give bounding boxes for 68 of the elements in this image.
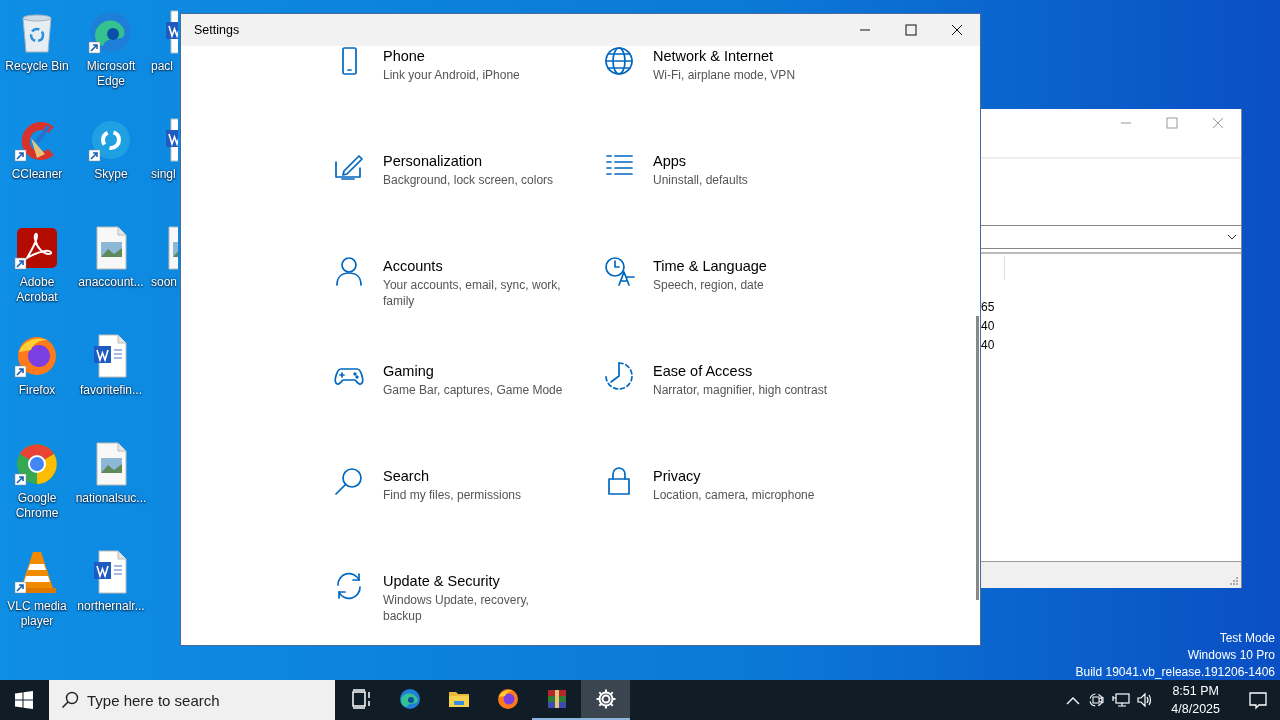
category-description: Find my files, permissions [383, 487, 523, 503]
globe-icon[interactable] [603, 46, 635, 77]
settings-taskbar-button[interactable] [581, 680, 630, 720]
icon-label[interactable]: nationalsuc... [75, 491, 147, 506]
category-description: Game Bar, captures, Game Mode [383, 382, 563, 398]
icon-label[interactable]: Adobe Acrobat [1, 275, 73, 305]
dropdown[interactable] [980, 225, 1241, 249]
resize-grip-icon[interactable] [1230, 577, 1238, 585]
search-icon [61, 691, 79, 709]
windows-logo-icon[interactable] [15, 691, 33, 709]
search-field[interactable]: Type here to search [49, 680, 335, 720]
icon-label[interactable]: soon [148, 275, 178, 290]
category-link[interactable]: Update & Security [383, 572, 573, 590]
category-link[interactable]: Time & Language [653, 257, 843, 275]
category-link[interactable]: Phone [383, 47, 573, 65]
task-view-icon[interactable] [349, 688, 372, 710]
archive-books-icon[interactable] [545, 688, 568, 710]
scrollbar[interactable] [976, 316, 979, 600]
dial-icon[interactable] [603, 360, 635, 392]
category-link[interactable]: Network & Internet [653, 47, 843, 65]
person-icon[interactable] [333, 255, 365, 287]
clock[interactable]: 8:51 PM 4/8/2025 [1171, 682, 1220, 718]
category-description: Your accounts, email, sync, work, family [383, 277, 562, 309]
category-link[interactable]: Search [383, 467, 573, 485]
category-description: Narrator, magnifier, high contrast [653, 382, 829, 398]
category-link[interactable]: Apps [653, 152, 843, 170]
clock-language-icon[interactable] [603, 255, 635, 287]
icon-label[interactable]: pacl [148, 59, 173, 74]
icon-label[interactable]: VLC media player [1, 599, 73, 629]
category-link[interactable]: Accounts [383, 257, 573, 275]
edge-icon[interactable] [398, 688, 421, 710]
category-link[interactable]: Gaming [383, 362, 573, 380]
icon-label[interactable]: Recycle Bin [1, 59, 73, 74]
icon-label[interactable]: Google Chrome [1, 491, 73, 521]
icon-label[interactable]: singl [148, 167, 176, 182]
window-title: Settings [194, 23, 241, 37]
category-description: Background, lock screen, colors [383, 172, 555, 188]
search-icon[interactable] [333, 465, 365, 497]
close-icon[interactable] [951, 24, 963, 36]
system-info-text: Build 19041.vb_release.191206-1406 [1075, 664, 1275, 681]
category-description: Windows Update, recovery, backup [383, 592, 530, 624]
icon-label[interactable]: Firefox [1, 383, 73, 398]
chevron-down-icon [1227, 234, 1237, 240]
list-value: 65 [980, 299, 996, 316]
category-description: Location, camera, microphone [653, 487, 816, 503]
icon-label[interactable]: CCleaner [1, 167, 73, 182]
camera-icon[interactable] [1088, 691, 1107, 709]
category-link[interactable]: Privacy [653, 467, 843, 485]
icon-label[interactable]: Skype [75, 167, 147, 182]
list-value: 40 [980, 337, 996, 354]
category-description: Uninstall, defaults [653, 172, 749, 188]
icon-label[interactable]: anaccount... [75, 275, 147, 290]
system-info-text: Test Mode [1219, 630, 1275, 647]
firefox-icon[interactable] [496, 688, 519, 710]
speech-bubble-icon[interactable] [1248, 690, 1268, 710]
category-description: Link your Android, iPhone [383, 67, 521, 83]
category-link[interactable]: Ease of Access [653, 362, 843, 380]
icon-label[interactable]: favoritefin... [75, 383, 147, 398]
icon-label[interactable]: northernalr... [75, 599, 147, 614]
settings-icon[interactable] [594, 688, 617, 710]
maximize-icon[interactable] [905, 24, 917, 36]
network-icon[interactable] [1112, 691, 1131, 709]
category-link[interactable]: Personalization [383, 152, 573, 170]
list-value: 40 [980, 318, 996, 335]
category-description: Wi-Fi, airplane mode, VPN [653, 67, 797, 83]
category-description: Speech, region, date [653, 277, 765, 293]
system-info-text: Windows 10 Pro [1187, 647, 1275, 664]
icon-label[interactable]: Microsoft Edge [75, 59, 147, 89]
